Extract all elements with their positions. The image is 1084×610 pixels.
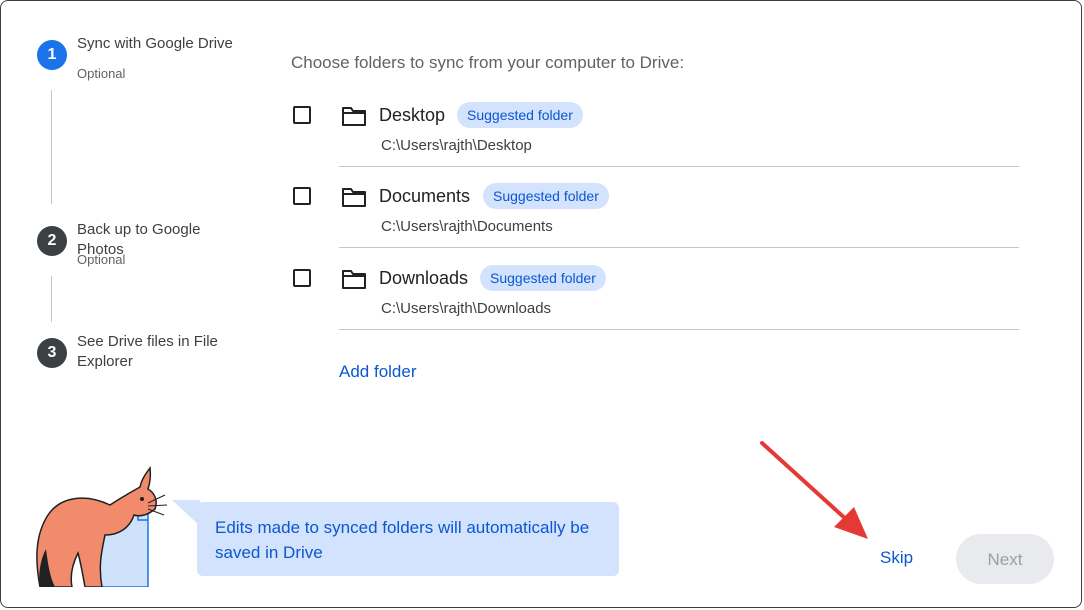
step-2-number: 2 [37, 226, 67, 256]
suggested-folder-badge: Suggested folder [480, 265, 606, 291]
sync-heading: Choose folders to sync from your compute… [291, 53, 685, 72]
folder-name: Desktop [379, 105, 446, 125]
folder-name: Documents [379, 186, 471, 206]
folder-icon [342, 107, 366, 126]
folder-row-downloads: Downloads Suggested folder C:\Users\rajt… [291, 248, 1019, 330]
add-folder-link[interactable]: Add folder [339, 362, 417, 382]
step-3-number: 3 [37, 338, 67, 368]
folder-icon [342, 270, 366, 289]
step-1-subtitle: Optional [77, 66, 126, 81]
step-1-title: Sync with Google Drive [77, 35, 233, 52]
folder-name: Downloads [379, 268, 469, 288]
skip-button[interactable]: Skip [880, 548, 913, 568]
suggested-folder-badge: Suggested folder [483, 183, 609, 209]
folder-icon [342, 188, 366, 207]
step-1-number: 1 [37, 40, 67, 70]
folder-row-desktop: Desktop Suggested folder C:\Users\rajth\… [291, 85, 1019, 167]
downloads-checkbox[interactable] [293, 269, 311, 287]
documents-checkbox[interactable] [293, 187, 311, 205]
info-bubble: Edits made to synced folders will automa… [197, 502, 619, 576]
next-button[interactable]: Next [956, 534, 1054, 584]
info-bubble-tail [172, 500, 200, 526]
folder-path: C:\Users\rajth\Downloads [381, 300, 552, 317]
folder-row-documents: Documents Suggested folder C:\Users\rajt… [291, 166, 1019, 248]
row-divider [339, 329, 1019, 330]
folder-path: C:\Users\rajth\Documents [381, 218, 553, 235]
step-connector-1 [51, 90, 52, 204]
folder-path: C:\Users\rajth\Desktop [381, 137, 532, 154]
step-2-subtitle: Optional [77, 252, 126, 267]
step-connector-2 [51, 276, 52, 322]
annotation-arrow-icon [760, 441, 868, 539]
step-3-title: See Drive files in File Explorer [77, 333, 218, 370]
suggested-folder-badge: Suggested folder [457, 102, 583, 128]
desktop-checkbox[interactable] [293, 106, 311, 124]
cat-illustration [36, 465, 168, 587]
